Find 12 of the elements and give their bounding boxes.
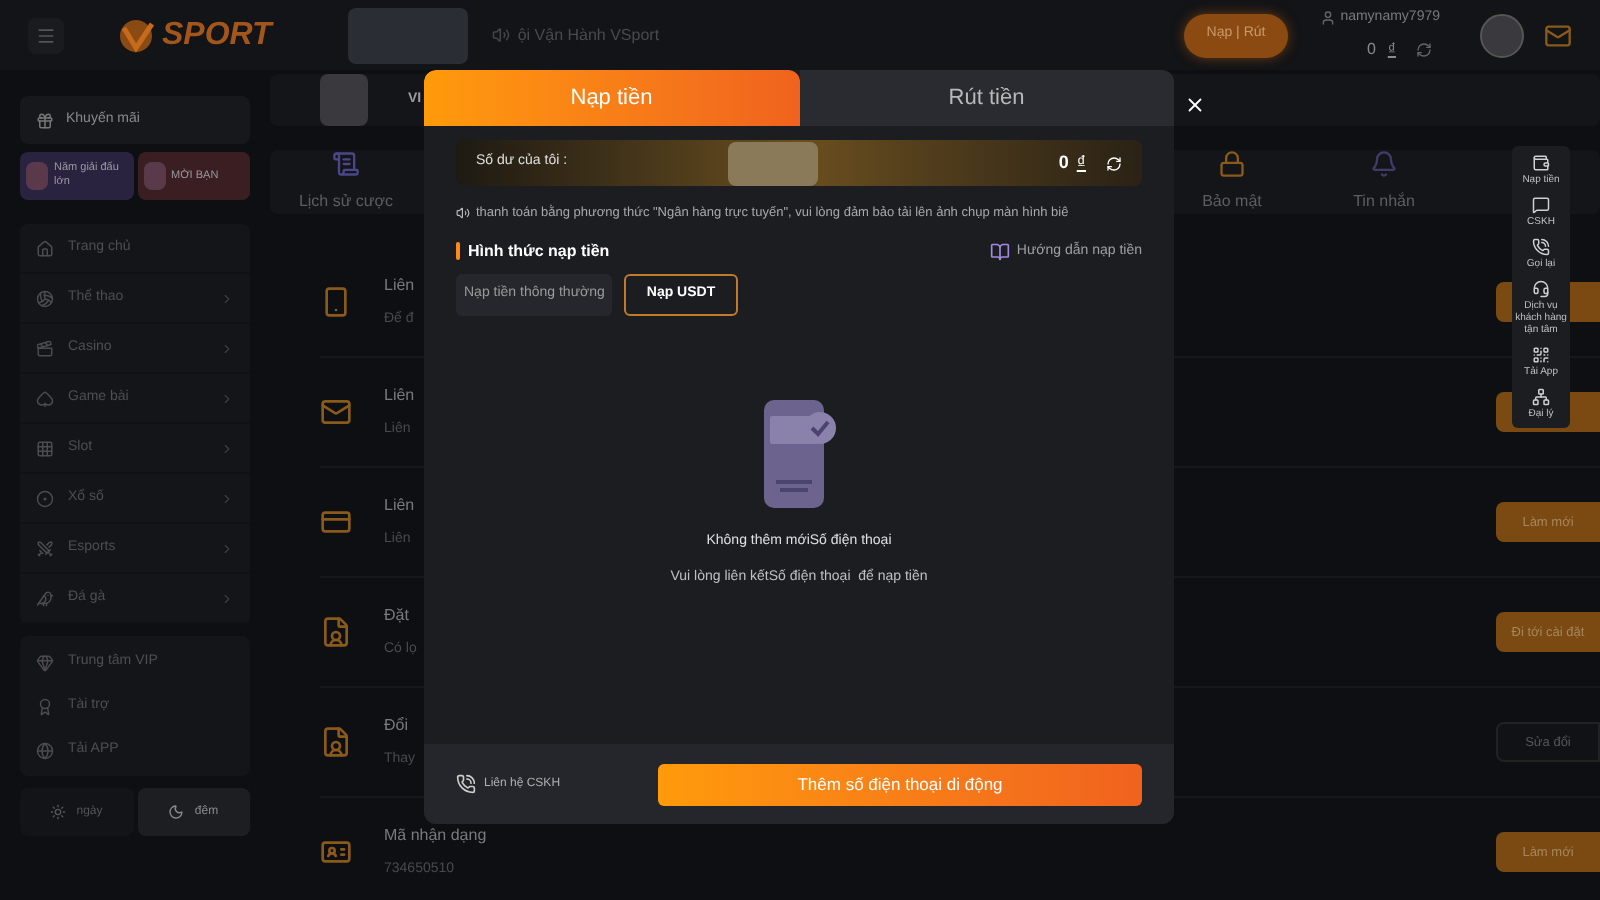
currency-symbol: ₫ — [1076, 149, 1086, 176]
balance-amount: 0 — [1058, 149, 1069, 176]
currency-symbol: ₫ — [1387, 38, 1396, 63]
row-title: Đặt — [384, 603, 411, 628]
row-title: Liên — [384, 493, 415, 518]
section-title: Hình thức nạp tiền — [468, 239, 610, 264]
row-title: Liên — [384, 383, 415, 408]
row-title: Mã nhận dạng — [384, 823, 487, 848]
row-title: Đổi — [384, 713, 411, 738]
logo-text: SPORT — [162, 15, 272, 55]
balance-amount: 0 — [1366, 38, 1376, 63]
row-title: Liên — [384, 273, 415, 298]
